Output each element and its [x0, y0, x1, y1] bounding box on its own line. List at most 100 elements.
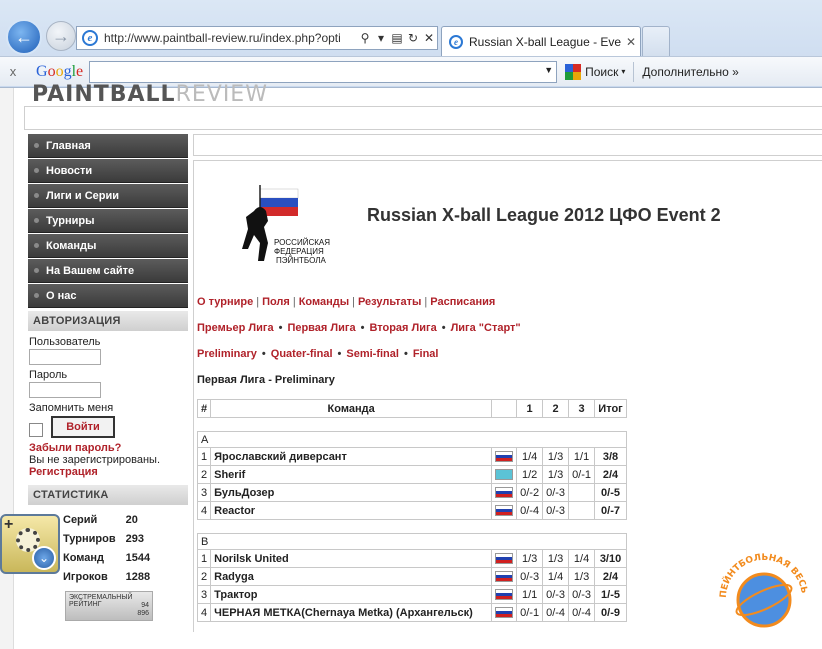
nav-results[interactable]: Результаты: [358, 296, 421, 308]
menu-item-on-your-site[interactable]: На Вашем сайте: [28, 259, 188, 283]
team-name[interactable]: Reactor: [210, 501, 493, 520]
nav-premier-league[interactable]: Премьер Лига: [197, 322, 274, 334]
event-nav: О турнире | Поля | Команды | Результаты | Распис…: [197, 296, 496, 308]
back-button[interactable]: ←: [6, 19, 42, 55]
table-row: 4 Reactor 0/-4 0/-3 0/-7: [196, 501, 628, 520]
table-row: 1 Norilsk United 1/3 1/3 1/4 3/10: [196, 549, 628, 568]
not-registered-text: Вы не зарегистрированы.: [29, 454, 161, 466]
league-nav: Премьер Лига • Первая Лига • Вторая Лига • Лиг…: [197, 322, 521, 334]
gadget-icon[interactable]: + ⌄: [0, 514, 60, 574]
russia-flag-icon: [495, 553, 514, 564]
dropdown-arrow-icon[interactable]: ▾: [373, 31, 389, 45]
russia-flag-icon: [495, 505, 514, 516]
nav-quarter-final[interactable]: Quater-final: [271, 348, 333, 360]
new-tab-button[interactable]: [642, 26, 670, 56]
bullet-icon: [34, 168, 39, 173]
tab-title: Russian X-ball League - Eve...: [469, 34, 622, 49]
results-table: # Команда 1 2 3 Итог A 1 Ярославский диве…: [196, 399, 628, 622]
password-field[interactable]: [29, 382, 101, 398]
page-content: PAINTBALLREVIEW Главная Новости Лиги и С…: [0, 82, 822, 649]
google-search-icon: [565, 63, 582, 80]
stats-heading: СТАТИСТИКА: [28, 485, 188, 505]
back-arrow-icon: ←: [15, 26, 33, 47]
nav-about[interactable]: О турнире: [197, 296, 253, 308]
stamp-logo: ПЕЙНТБОЛЬНАЯ ВЕСЬ: [719, 553, 809, 628]
browser-chrome: ← → e http://www.paintball-review.ru/ind…: [0, 0, 822, 88]
menu-item-teams[interactable]: Команды: [28, 234, 188, 258]
team-name[interactable]: Sherif: [210, 465, 493, 484]
team-name[interactable]: Трактор: [210, 585, 493, 604]
svg-text:ФЕДЕРАЦИЯ: ФЕДЕРАЦИЯ: [274, 247, 324, 256]
refresh-icon[interactable]: ↻: [405, 31, 421, 45]
forward-button[interactable]: →: [46, 21, 76, 51]
table-row: 3 БульДозер 0/-2 0/-3 0/-5: [196, 483, 628, 502]
stats-row: Команд 1544: [63, 552, 151, 564]
kazakhstan-flag-icon: [495, 469, 514, 480]
forgot-password-link[interactable]: Забыли пароль?: [29, 442, 188, 454]
nav-second-league[interactable]: Вторая Лига: [369, 322, 436, 334]
team-name[interactable]: Ярославский диверсант: [210, 447, 493, 466]
nav-teams[interactable]: Команды: [299, 296, 349, 308]
search-button-label: Поиск: [585, 64, 619, 79]
group-label: A: [196, 431, 628, 448]
toolbar-divider: [633, 61, 635, 82]
bullet-icon: [34, 268, 39, 273]
remember-label: Запомнить меня: [29, 402, 114, 414]
table-row: 2 Sherif 1/2 1/3 0/-1 2/4: [196, 465, 628, 484]
username-field[interactable]: [29, 349, 101, 365]
compat-view-icon[interactable]: ▤: [389, 31, 405, 45]
stats-row: Серий 20: [63, 514, 138, 526]
bullet-icon: [34, 293, 39, 298]
team-name[interactable]: Radyga: [210, 567, 493, 586]
auth-heading: АВТОРИЗАЦИЯ: [28, 311, 188, 331]
nav-fields[interactable]: Поля: [262, 296, 290, 308]
remember-checkbox[interactable]: [29, 423, 43, 437]
team-name[interactable]: ЧЕРНАЯ МЕТКА(Chernaya Metka) (Архангельс…: [210, 603, 493, 622]
nav-preliminary[interactable]: Preliminary: [197, 348, 257, 360]
nav-schedules[interactable]: Расписания: [430, 296, 495, 308]
section-subtitle: Первая Лига - Preliminary: [197, 374, 335, 386]
more-button[interactable]: Дополнительно »: [642, 65, 738, 79]
nav-final[interactable]: Final: [413, 348, 439, 360]
menu-item-leagues[interactable]: Лиги и Серии: [28, 184, 188, 208]
url-text[interactable]: http://www.paintball-review.ru/index.php…: [104, 31, 357, 45]
login-button[interactable]: Войти: [51, 416, 115, 438]
nav-first-league[interactable]: Первая Лига: [287, 322, 355, 334]
stop-icon[interactable]: ✕: [421, 31, 437, 45]
bullet-icon: [34, 143, 39, 148]
google-search-input[interactable]: ▼: [89, 60, 558, 83]
menu-item-home[interactable]: Главная: [28, 134, 188, 158]
bullet-icon: [34, 218, 39, 223]
register-link[interactable]: Регистрация: [29, 466, 188, 478]
rating-badge[interactable]: ЭКСТРЕМАЛЬНЫЙ РЕЙТИНГ 94 896: [65, 591, 153, 621]
address-bar[interactable]: e http://www.paintball-review.ru/index.p…: [76, 26, 438, 50]
tab-active[interactable]: e Russian X-ball League - Eve... ✕: [441, 26, 641, 56]
close-toolbar-icon[interactable]: x: [0, 64, 26, 79]
chevron-down-icon[interactable]: ▼: [544, 65, 553, 75]
google-logo: Google: [36, 62, 84, 80]
menu-item-tournaments[interactable]: Турниры: [28, 209, 188, 233]
password-label: Пароль: [29, 369, 68, 381]
table-row: 3 Трактор 1/1 0/-3 0/-3 1/-5: [196, 585, 628, 604]
close-tab-icon[interactable]: ✕: [622, 35, 640, 49]
google-search-button[interactable]: Поиск ▾: [565, 63, 625, 80]
nav-start-league[interactable]: Лига "Старт": [451, 322, 521, 334]
stats-row: Игроков 1288: [63, 571, 151, 583]
russia-flag-icon: [495, 451, 514, 462]
team-name[interactable]: Norilsk United: [210, 549, 493, 568]
russia-flag-icon: [495, 607, 514, 618]
plus-icon: +: [4, 516, 14, 533]
table-row: 2 Radyga 0/-3 1/4 1/3 2/4: [196, 567, 628, 586]
team-name[interactable]: БульДозер: [210, 483, 493, 502]
search-icon[interactable]: ⚲: [357, 31, 373, 45]
login-form: Пользователь Пароль Запомнить меня Войти…: [28, 331, 188, 478]
menu-item-news[interactable]: Новости: [28, 159, 188, 183]
nav-semi-final[interactable]: Semi-final: [346, 348, 399, 360]
ie-page-icon: e: [82, 30, 98, 46]
forward-arrow-icon: →: [52, 25, 70, 46]
menu-item-about[interactable]: О нас: [28, 284, 188, 308]
chevron-down-icon: ⌄: [32, 546, 56, 570]
table-row: 4 ЧЕРНАЯ МЕТКА(Chernaya Metka) (Архангель…: [196, 603, 628, 622]
site-logo[interactable]: PAINTBALLREVIEW: [32, 82, 268, 107]
bullet-icon: [34, 243, 39, 248]
